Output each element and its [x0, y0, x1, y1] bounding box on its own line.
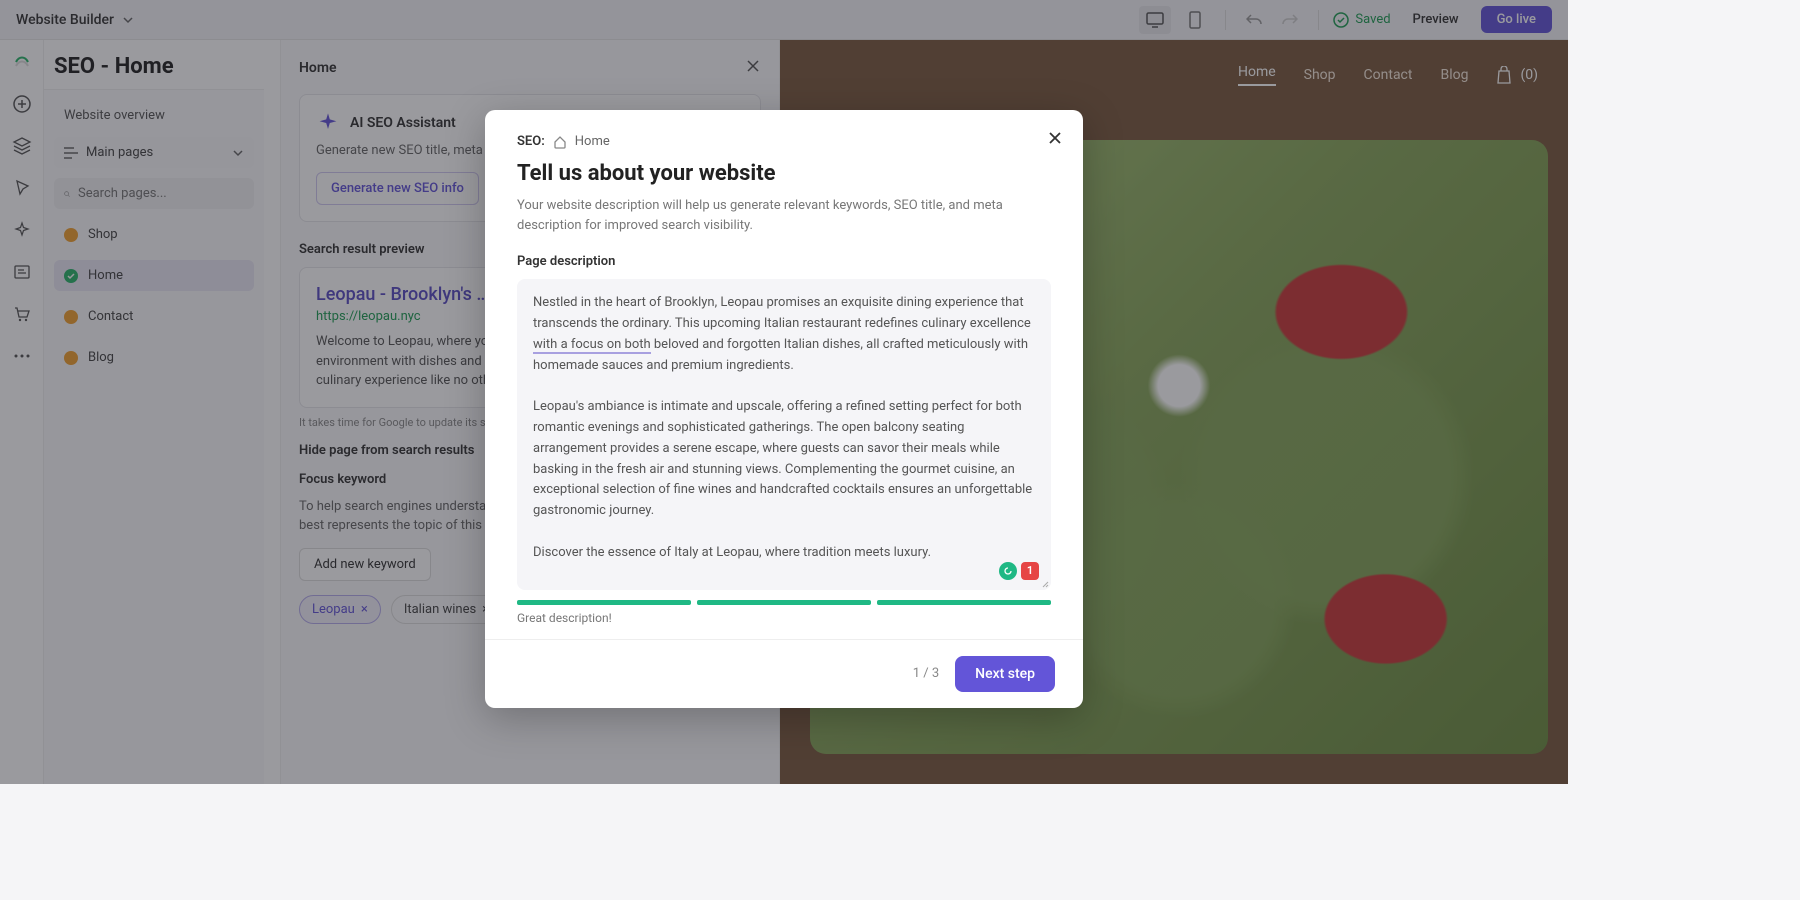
modal-title: Tell us about your website [517, 161, 1051, 186]
modal-footer: 1 / 3 Next step [485, 639, 1083, 708]
close-icon [1047, 130, 1063, 146]
description-textarea[interactable]: Nestled in the heart of Brooklyn, Leopau… [517, 279, 1051, 589]
progress-segment [517, 600, 691, 605]
close-modal-button[interactable] [1043, 126, 1067, 150]
textarea-content: Nestled in the heart of Brooklyn, Leopau… [533, 293, 1035, 563]
progress-segment [697, 600, 871, 605]
breadcrumb: SEO: Home [517, 134, 1051, 149]
progress-label: Great description! [517, 611, 1051, 625]
next-step-button[interactable]: Next step [955, 656, 1055, 692]
progress-bar [517, 600, 1051, 605]
resize-handle-icon[interactable] [1039, 578, 1049, 588]
home-icon [553, 135, 567, 149]
progress-segment [877, 600, 1051, 605]
breadcrumb-page: Home [575, 134, 610, 149]
field-label: Page description [517, 254, 1051, 269]
error-count-badge[interactable]: 1 [1021, 562, 1039, 580]
grammar-suggestion[interactable]: with a focus on both [533, 337, 651, 354]
modal-subtitle: Your website description will help us ge… [517, 196, 1051, 236]
modal-overlay: SEO: Home Tell us about your website You… [0, 0, 1568, 784]
step-indicator: 1 / 3 [913, 666, 939, 681]
breadcrumb-prefix: SEO: [517, 134, 545, 149]
grammar-badges: 1 [999, 562, 1039, 580]
seo-wizard-modal: SEO: Home Tell us about your website You… [485, 110, 1083, 708]
grammarly-icon[interactable] [999, 562, 1017, 580]
